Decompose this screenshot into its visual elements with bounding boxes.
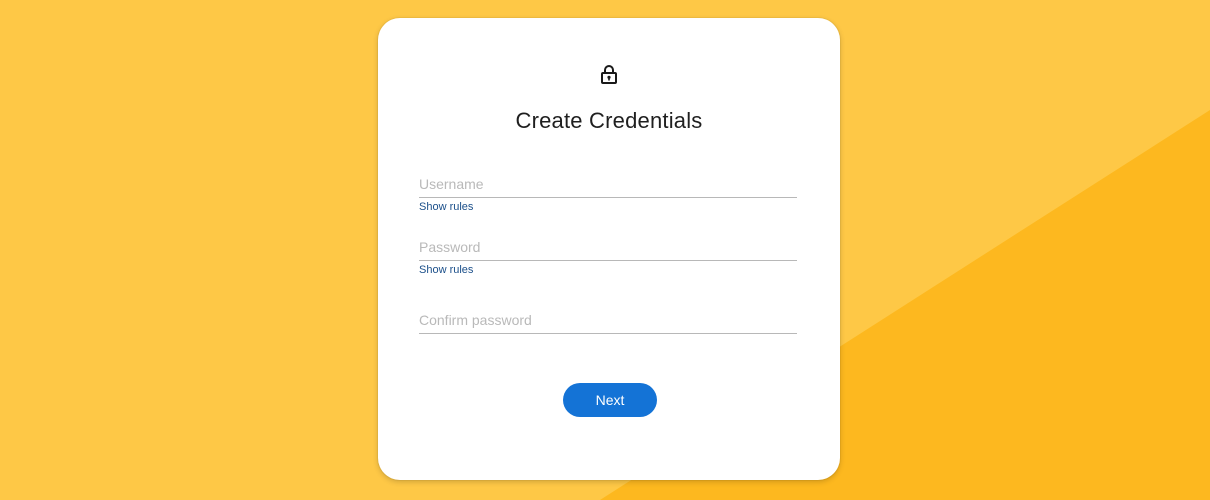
lock-icon (598, 63, 620, 85)
username-input[interactable] (419, 170, 797, 198)
password-field-group: Show rules (419, 233, 797, 276)
confirm-password-field-group (419, 306, 797, 334)
credentials-card: Create Credentials Show rules Show rules… (378, 18, 840, 480)
page-background: Create Credentials Show rules Show rules… (0, 0, 1210, 500)
confirm-password-input[interactable] (419, 306, 797, 334)
password-input[interactable] (419, 233, 797, 261)
next-button[interactable]: Next (563, 383, 657, 417)
page-title: Create Credentials (515, 108, 703, 133)
username-field-group: Show rules (419, 170, 797, 213)
password-show-rules-link[interactable]: Show rules (419, 264, 797, 276)
username-show-rules-link[interactable]: Show rules (419, 201, 797, 213)
